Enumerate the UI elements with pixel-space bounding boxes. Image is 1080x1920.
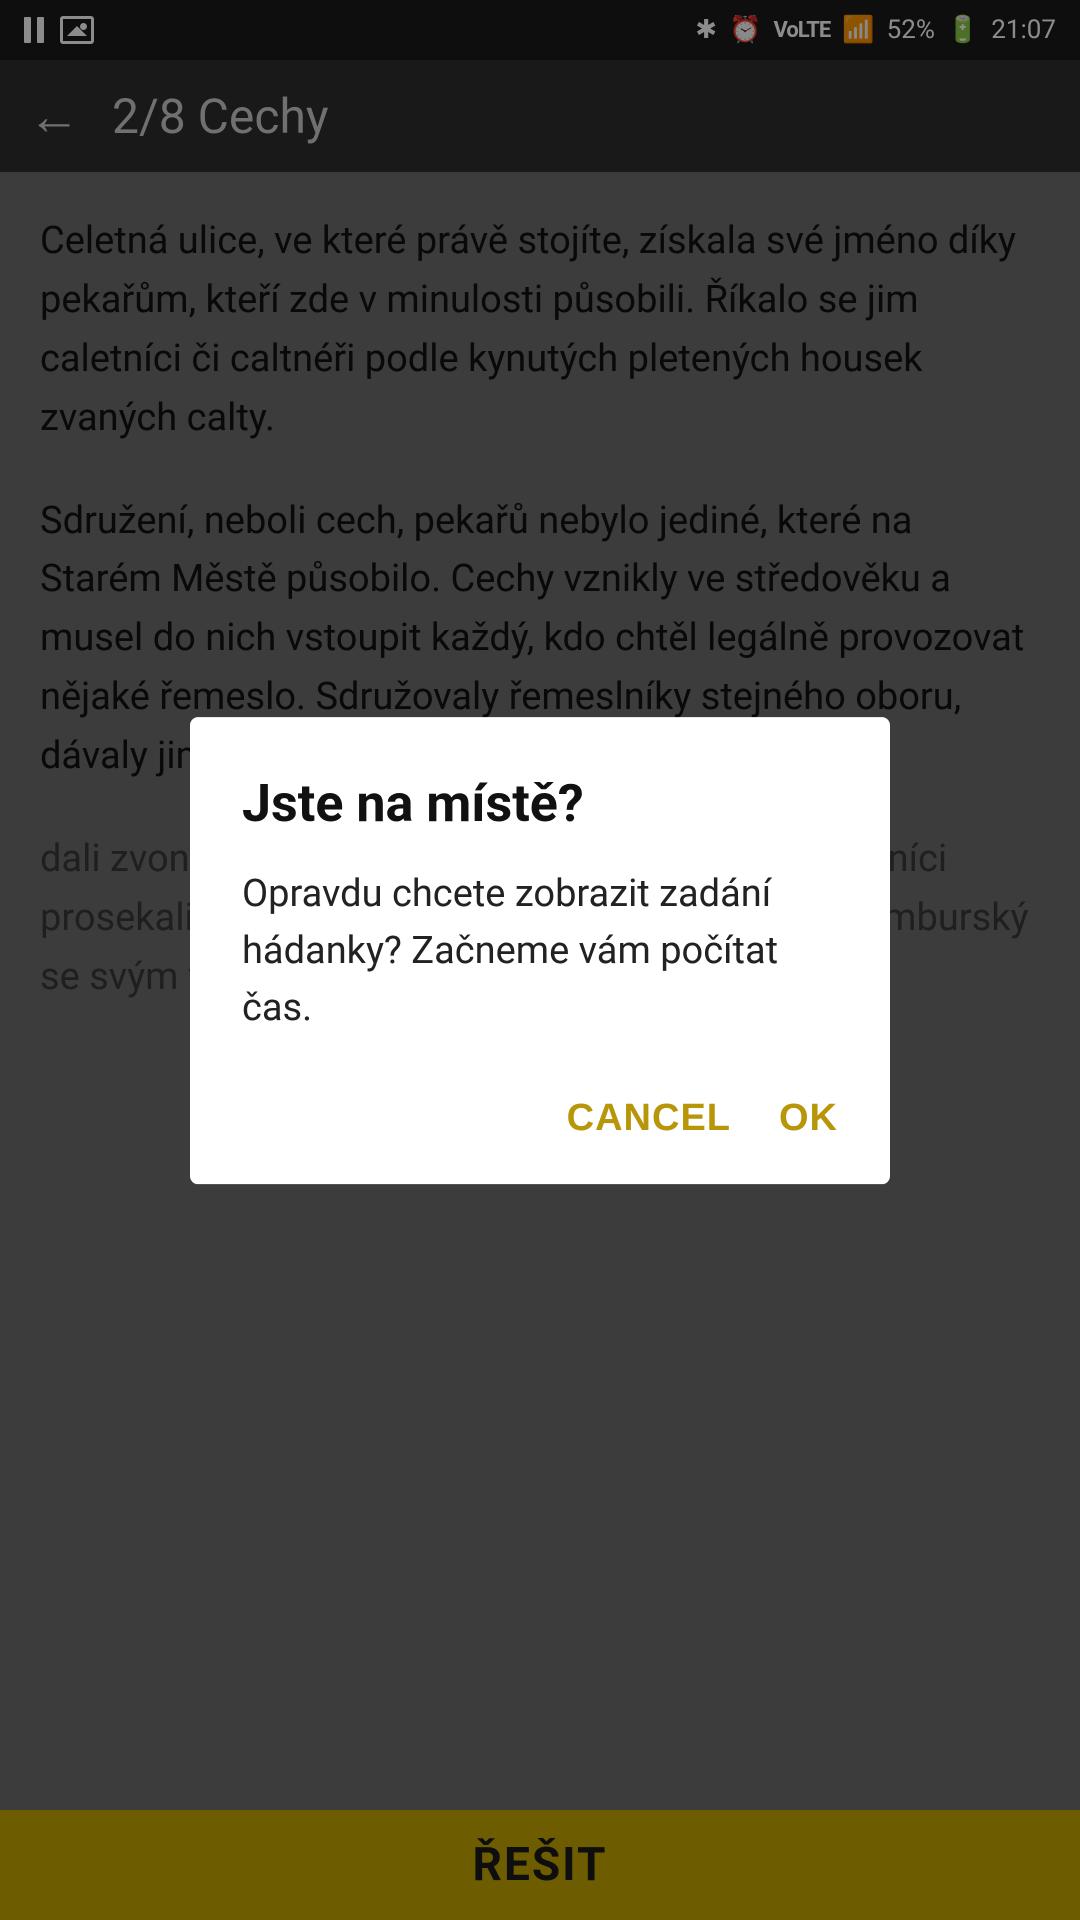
dialog-title: Jste na místě? <box>242 773 838 834</box>
cancel-button[interactable]: CANCEL <box>567 1089 731 1148</box>
dialog-message: Opravdu chcete zobrazit zadání hádanky? … <box>242 866 838 1037</box>
ok-button[interactable]: OK <box>779 1089 838 1148</box>
dialog-buttons: CANCEL OK <box>242 1089 838 1148</box>
confirmation-dialog: Jste na místě? Opravdu chcete zobrazit z… <box>190 717 890 1184</box>
